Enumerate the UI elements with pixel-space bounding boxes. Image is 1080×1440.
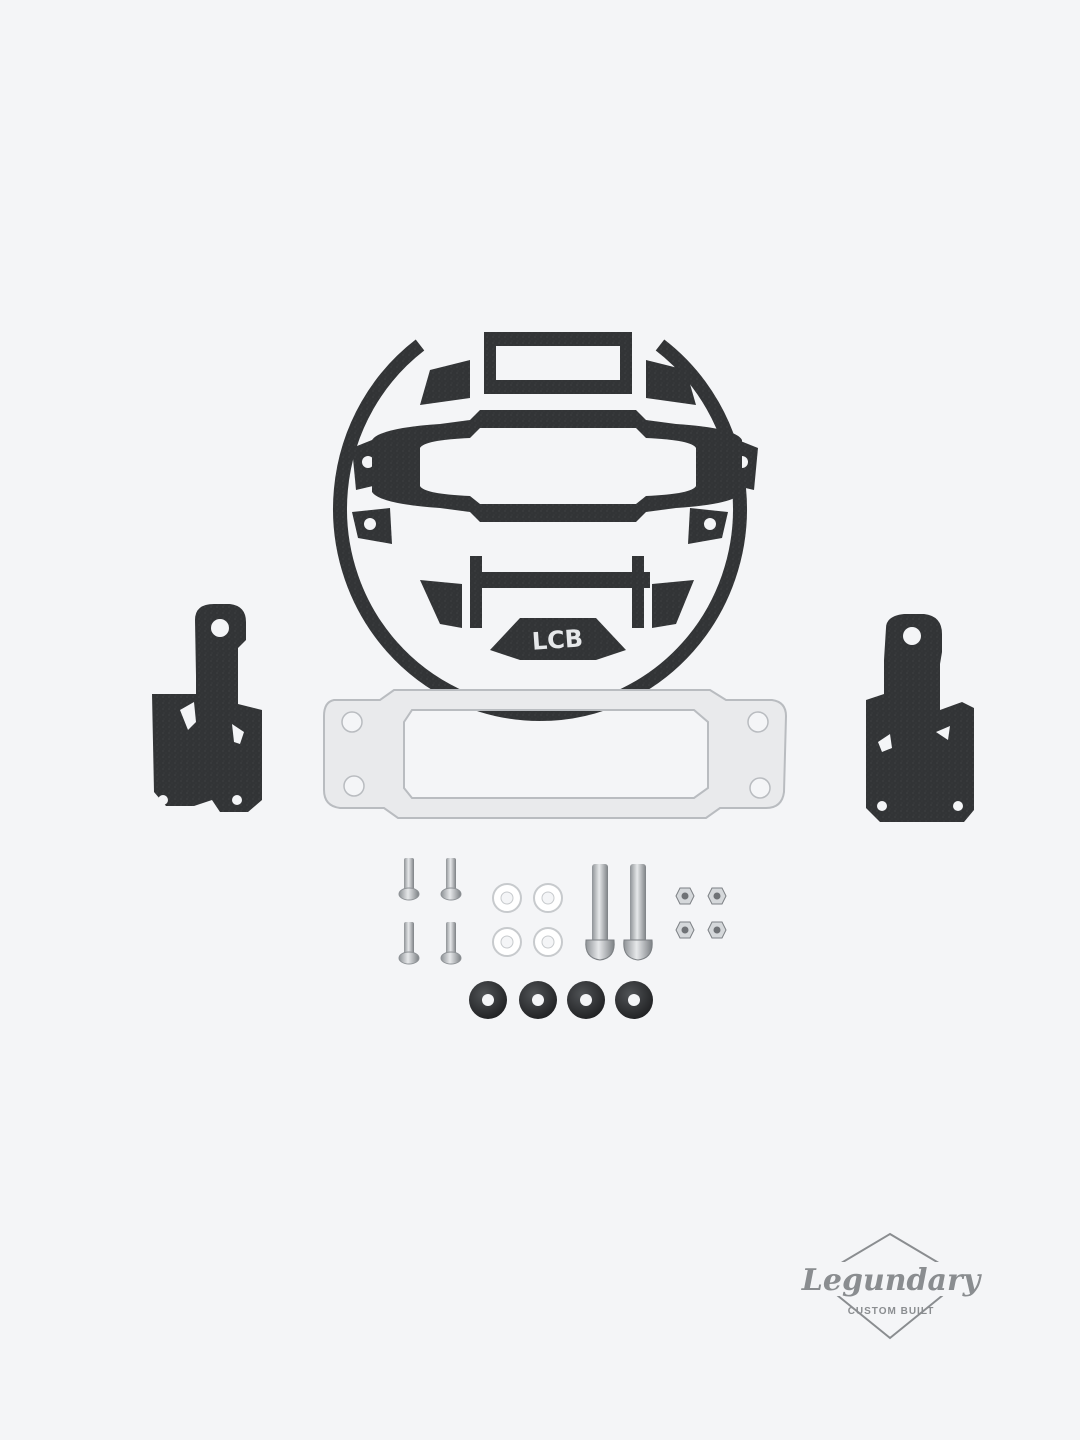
grille-center-frame: [372, 410, 742, 522]
grille-top-bar: [484, 332, 632, 346]
grommet: [615, 981, 653, 1019]
adapter-plate: [323, 689, 788, 819]
short-bolt-icon: [398, 858, 462, 965]
logo-tagline: CUSTOM BUILT: [848, 1306, 935, 1317]
short-bolt: [398, 922, 420, 965]
grille-emblem-text: LCB: [531, 624, 584, 656]
right-bracket: [866, 614, 974, 822]
long-bolt: [623, 864, 653, 961]
washer: [492, 927, 522, 957]
grille-bottom-bar: [470, 572, 650, 588]
hex-nut: [707, 921, 727, 939]
left-bracket: [152, 604, 262, 812]
grommet: [567, 981, 605, 1019]
grommet: [519, 981, 557, 1019]
mounting-bracket-icon: [152, 604, 262, 812]
hex-nut: [707, 887, 727, 905]
grille-emblem: LCB: [490, 618, 626, 660]
brand-logo: Legundary CUSTOM BUILT: [801, 1232, 983, 1340]
washer: [533, 927, 563, 957]
long-bolt-icon: [585, 864, 653, 961]
short-bolt: [440, 922, 462, 965]
hex-nut: [675, 887, 695, 905]
washer: [492, 883, 522, 913]
mounting-bracket-icon: [866, 614, 974, 822]
long-bolt: [585, 864, 615, 961]
grille-cover-icon: LCB: [333, 332, 758, 721]
rubber-grommet-icon: [469, 981, 653, 1019]
washer: [533, 883, 563, 913]
short-bolt: [440, 858, 462, 901]
hex-nut: [675, 921, 695, 939]
adapter-plate-icon: [323, 689, 788, 819]
product-photo: LCB Legundary CUSTOM BUILT: [152, 332, 983, 1340]
short-bolt: [398, 858, 420, 901]
grommet: [469, 981, 507, 1019]
logo-brand-text: Legundary: [801, 1263, 983, 1298]
nylon-washer-icon: [492, 883, 563, 957]
hex-nut-icon: [675, 887, 727, 939]
